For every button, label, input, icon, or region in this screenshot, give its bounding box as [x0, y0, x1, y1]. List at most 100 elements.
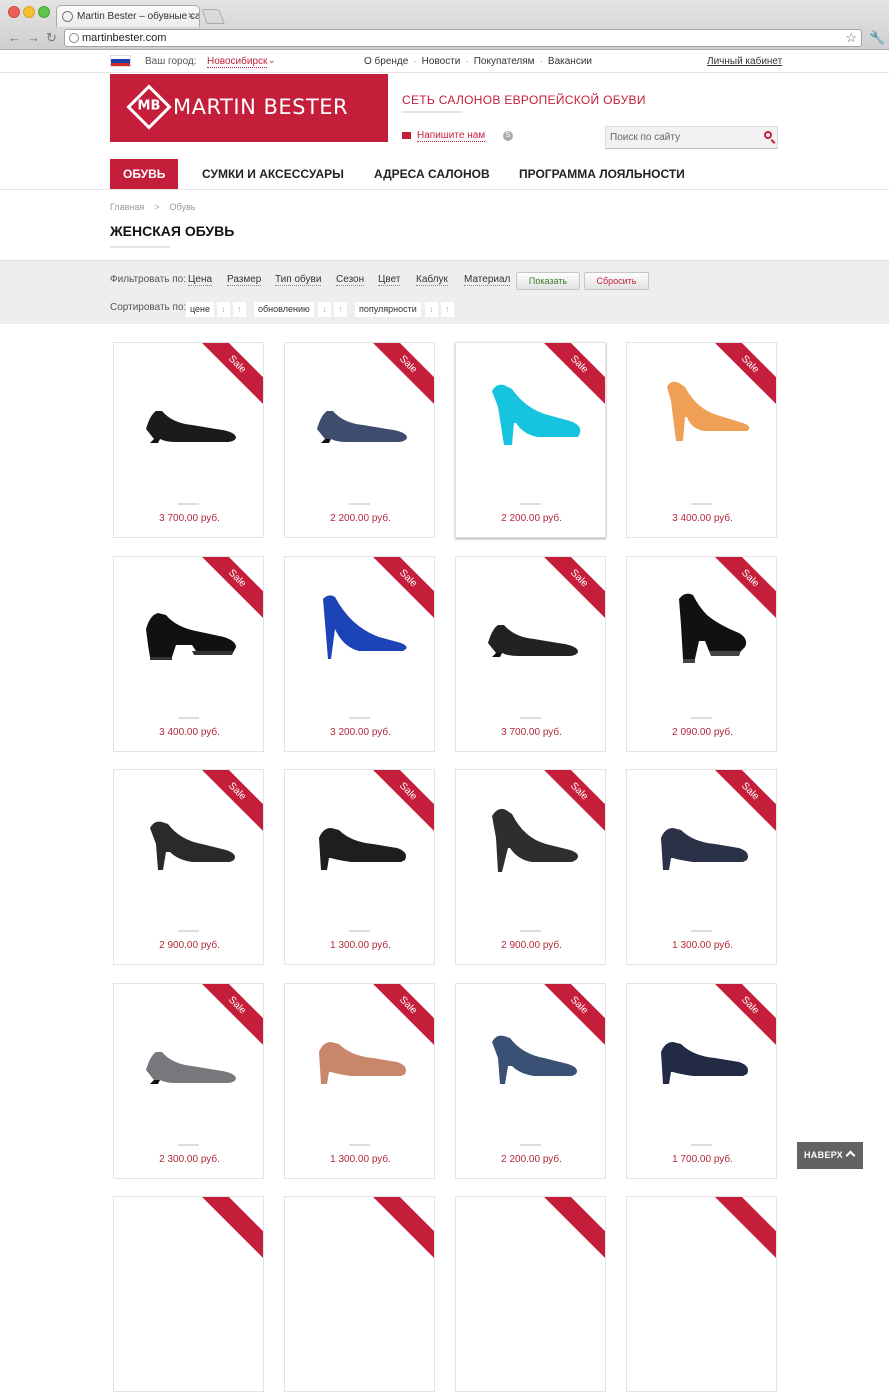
- sort-updated-desc-icon[interactable]: ↓: [318, 302, 331, 317]
- sort-updated-asc-icon[interactable]: ↑: [334, 302, 347, 317]
- wrench-icon[interactable]: 🔧: [869, 30, 885, 46]
- product-price[interactable]: 1 700.00 руб.: [627, 1154, 776, 1165]
- reload-icon[interactable]: ↻: [46, 31, 57, 45]
- product-price[interactable]: 2 090.00 руб.: [627, 727, 776, 738]
- filter-material[interactable]: Материал: [464, 274, 511, 286]
- product-card[interactable]: Sale 3 200.00 руб.: [284, 556, 435, 752]
- product-card[interactable]: Sale 1 300.00 руб.: [284, 983, 435, 1179]
- browser-tab[interactable]: Martin Bester – обувные сал ×: [56, 5, 200, 27]
- product-card[interactable]: Sale 2 090.00 руб.: [626, 556, 777, 752]
- product-price[interactable]: 2 200.00 руб.: [456, 1154, 605, 1165]
- skype-icon[interactable]: S: [503, 131, 513, 141]
- shoe-image[interactable]: [307, 1012, 413, 1104]
- personal-cabinet-link[interactable]: Личный кабинет: [707, 56, 782, 67]
- product-price[interactable]: 2 200.00 руб.: [285, 513, 434, 524]
- product-card[interactable]: Sale 1 700.00 руб.: [626, 983, 777, 1179]
- back-to-top-button[interactable]: НАВЕРХ: [797, 1142, 863, 1169]
- filter-color[interactable]: Цвет: [378, 274, 401, 286]
- product-price[interactable]: 2 300.00 руб.: [114, 1154, 263, 1165]
- product-price[interactable]: 1 300.00 руб.: [285, 940, 434, 951]
- maximize-window-button[interactable]: [38, 6, 50, 18]
- product-price[interactable]: 3 400.00 руб.: [114, 727, 263, 738]
- product-price[interactable]: 3 200.00 руб.: [285, 727, 434, 738]
- shoe-image[interactable]: [136, 371, 242, 463]
- product-card[interactable]: Sale 2 200.00 руб.: [455, 342, 606, 538]
- product-card[interactable]: Sale 3 400.00 руб.: [113, 556, 264, 752]
- nav-loyalty-program[interactable]: ПРОГРАММА ЛОЯЛЬНОСТИ: [519, 159, 685, 189]
- shoe-image[interactable]: [307, 798, 413, 890]
- back-icon[interactable]: ←: [8, 31, 21, 45]
- product-card[interactable]: Sale 3 700.00 руб.: [113, 342, 264, 538]
- product-card[interactable]: Sale 2 900.00 руб.: [113, 769, 264, 965]
- shoe-image[interactable]: [136, 1012, 242, 1104]
- sort-popularity-desc-icon[interactable]: ↓: [425, 302, 438, 317]
- sort-popularity[interactable]: популярности: [355, 302, 421, 317]
- sort-price[interactable]: цене: [186, 302, 215, 317]
- product-price[interactable]: 3 700.00 руб.: [114, 513, 263, 524]
- shoe-image[interactable]: [307, 371, 413, 463]
- product-price[interactable]: 2 900.00 руб.: [456, 940, 605, 951]
- filter-size[interactable]: Размер: [227, 274, 262, 286]
- filter-type[interactable]: Тип обуви: [275, 274, 322, 286]
- minimize-window-button[interactable]: [23, 6, 35, 18]
- shoe-image[interactable]: [478, 371, 584, 463]
- shoe-image[interactable]: [307, 585, 413, 677]
- nav-shoes[interactable]: ОБУВЬ: [110, 159, 179, 189]
- show-button[interactable]: Показать: [516, 272, 580, 290]
- close-tab-icon[interactable]: ×: [188, 6, 194, 27]
- product-card[interactable]: [284, 1196, 435, 1392]
- product-price[interactable]: 1 300.00 руб.: [627, 940, 776, 951]
- product-card[interactable]: Sale 2 300.00 руб.: [113, 983, 264, 1179]
- product-price[interactable]: 2 900.00 руб.: [114, 940, 263, 951]
- product-card[interactable]: [455, 1196, 606, 1392]
- city-selector[interactable]: Новосибирск: [207, 56, 268, 68]
- search-icon[interactable]: [764, 131, 772, 139]
- nav-bags-accessories[interactable]: СУМКИ И АКСЕССУАРЫ: [202, 159, 344, 189]
- shoe-image[interactable]: [649, 585, 755, 677]
- sort-popularity-asc-icon[interactable]: ↑: [441, 302, 454, 317]
- filter-season[interactable]: Сезон: [336, 274, 365, 286]
- product-price[interactable]: 3 400.00 руб.: [627, 513, 776, 524]
- product-card[interactable]: Sale 3 700.00 руб.: [455, 556, 606, 752]
- shoe-image[interactable]: [478, 798, 584, 890]
- shoe-image[interactable]: [649, 371, 755, 463]
- product-card[interactable]: Sale 3 400.00 руб.: [626, 342, 777, 538]
- shoe-image[interactable]: [478, 585, 584, 677]
- product-card[interactable]: Sale 1 300.00 руб.: [626, 769, 777, 965]
- product-card[interactable]: Sale 1 300.00 руб.: [284, 769, 435, 965]
- filter-price[interactable]: Цена: [188, 274, 213, 286]
- shoe-image[interactable]: [478, 1012, 584, 1104]
- product-card[interactable]: [113, 1196, 264, 1392]
- product-price[interactable]: 3 700.00 руб.: [456, 727, 605, 738]
- breadcrumb-home[interactable]: Главная: [110, 202, 144, 212]
- new-tab-button[interactable]: [201, 9, 225, 24]
- reset-button[interactable]: Сбросить: [584, 272, 649, 290]
- product-price[interactable]: 2 200.00 руб.: [456, 513, 605, 524]
- shoe-image[interactable]: [649, 798, 755, 890]
- write-us-link[interactable]: Напишите нам: [402, 130, 486, 142]
- product-card[interactable]: Sale 2 900.00 руб.: [455, 769, 606, 965]
- sort-price-desc-icon[interactable]: ↓: [217, 302, 230, 317]
- top-link-brand[interactable]: О бренде: [364, 56, 408, 67]
- product-card[interactable]: [626, 1196, 777, 1392]
- sort-updated[interactable]: обновлению: [254, 302, 314, 317]
- address-bar[interactable]: martinbester.com ☆: [64, 29, 862, 47]
- sort-price-asc-icon[interactable]: ↑: [233, 302, 246, 317]
- top-link-vacancies[interactable]: Вакансии: [548, 56, 592, 67]
- product-card[interactable]: Sale 2 200.00 руб.: [284, 342, 435, 538]
- search-input[interactable]: [606, 127, 756, 148]
- product-card[interactable]: Sale 2 200.00 руб.: [455, 983, 606, 1179]
- product-price[interactable]: 1 300.00 руб.: [285, 1154, 434, 1165]
- chevron-down-icon[interactable]: ⌄: [268, 55, 276, 66]
- shoe-image[interactable]: [136, 585, 242, 677]
- bookmark-star-icon[interactable]: ☆: [845, 30, 857, 46]
- shoe-image[interactable]: [136, 798, 242, 890]
- nav-store-addresses[interactable]: АДРЕСА САЛОНОВ: [374, 159, 490, 189]
- forward-icon[interactable]: →: [27, 31, 40, 45]
- filter-heel[interactable]: Каблук: [416, 274, 448, 286]
- close-window-button[interactable]: [8, 6, 20, 18]
- top-link-news[interactable]: Новости: [422, 56, 461, 67]
- top-link-customers[interactable]: Покупателям: [474, 56, 535, 67]
- logo[interactable]: MB MARTIN BESTER: [110, 74, 388, 142]
- shoe-image[interactable]: [649, 1012, 755, 1104]
